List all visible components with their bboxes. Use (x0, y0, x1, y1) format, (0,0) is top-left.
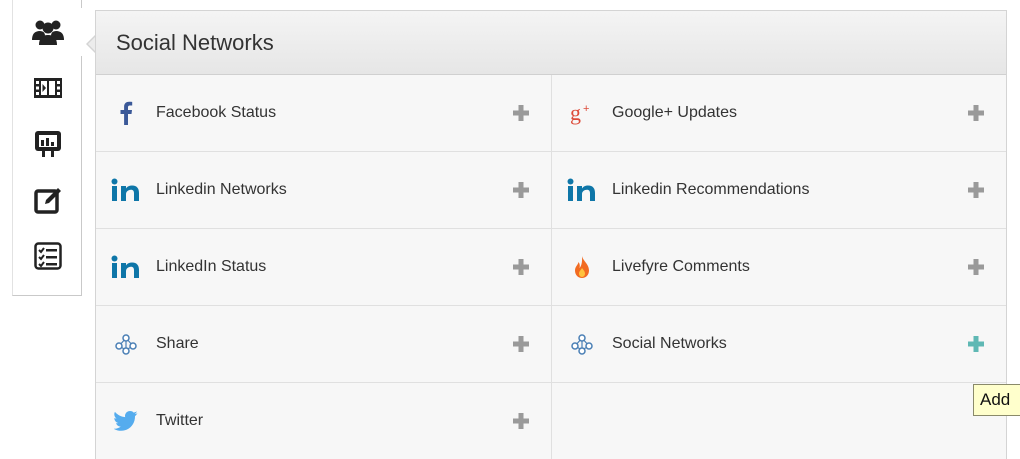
edit-icon (34, 188, 61, 214)
side-toolbar (12, 0, 83, 296)
widget-livefyre-comments[interactable]: Livefyre Comments (551, 229, 1006, 306)
film-icon (34, 78, 62, 98)
add-button[interactable] (946, 259, 1006, 275)
add-tooltip: Add (973, 384, 1020, 416)
facebook-icon (120, 101, 133, 125)
plus-icon (968, 336, 984, 352)
linkedin-icon (111, 255, 139, 278)
widget-label: Livefyre Comments (612, 258, 750, 275)
add-button[interactable] (946, 105, 1006, 121)
add-button[interactable] (946, 182, 1006, 198)
widget-google-plus-updates[interactable]: g + Google+ Updates (551, 75, 1006, 152)
toolbar-media[interactable] (13, 64, 83, 112)
presentation-icon (35, 131, 61, 157)
linkedin-icon (111, 178, 139, 201)
toolbar-users[interactable] (13, 8, 83, 56)
widget-label: Twitter (156, 412, 204, 429)
share-network-icon (115, 334, 137, 355)
plus-icon (513, 105, 529, 121)
add-button[interactable] (491, 259, 551, 275)
empty-cell (551, 383, 1006, 459)
users-icon (32, 20, 64, 45)
widget-twitter[interactable]: Twitter (96, 383, 551, 459)
plus-icon (513, 259, 529, 275)
widget-facebook-status[interactable]: Facebook Status (96, 75, 551, 152)
twitter-bird-icon (114, 411, 138, 431)
widget-label: Google+ Updates (612, 104, 737, 121)
add-button[interactable] (491, 336, 551, 352)
add-button-hovered[interactable] (946, 336, 1006, 352)
panel-title: Social Networks (116, 29, 274, 55)
google-plus-icon: g + (570, 100, 589, 125)
svg-text:g: g (570, 100, 581, 125)
widget-linkedin-networks[interactable]: Linkedin Networks (96, 152, 551, 229)
share-network-icon (571, 334, 593, 355)
widget-label: Share (156, 335, 199, 352)
add-button[interactable] (491, 413, 551, 429)
plus-icon (513, 336, 529, 352)
widget-label: LinkedIn Status (156, 258, 267, 275)
plus-icon (513, 182, 529, 198)
add-button[interactable] (491, 182, 551, 198)
widget-label: Facebook Status (156, 104, 277, 121)
widget-linkedin-status[interactable]: LinkedIn Status (96, 229, 551, 306)
social-networks-panel: Social Networks Facebook Status g + Goog… (95, 10, 1007, 459)
plus-icon (968, 182, 984, 198)
widget-label: Linkedin Recommendations (612, 181, 810, 198)
toolbar-edit[interactable] (13, 176, 83, 224)
plus-icon (968, 105, 984, 121)
livefyre-flame-icon (575, 256, 589, 278)
widget-social-networks[interactable]: Social Networks (551, 306, 1006, 383)
add-button[interactable] (491, 105, 551, 121)
plus-icon (968, 259, 984, 275)
widget-label: Linkedin Networks (156, 181, 287, 198)
checklist-icon (34, 242, 62, 270)
toolbar-checklist[interactable] (13, 232, 83, 280)
widget-linkedin-recommendations[interactable]: Linkedin Recommendations (551, 152, 1006, 229)
widget-share[interactable]: Share (96, 306, 551, 383)
plus-icon (513, 413, 529, 429)
svg-text:+: + (583, 103, 589, 115)
panel-header: Social Networks (96, 11, 1006, 75)
widget-label: Social Networks (612, 335, 727, 352)
toolbar-presentation[interactable] (13, 120, 83, 168)
linkedin-icon (567, 178, 595, 201)
